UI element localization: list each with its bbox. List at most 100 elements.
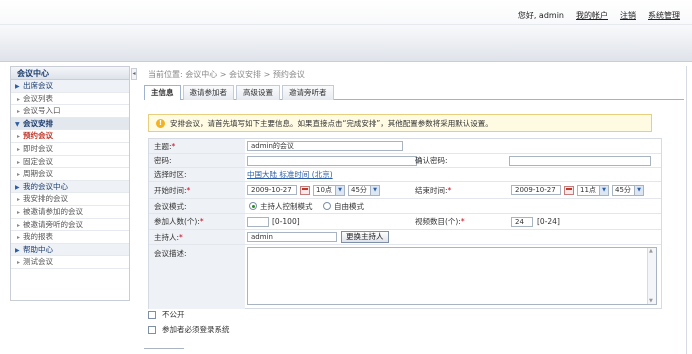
not-public-option[interactable]: 不公开 [148,309,185,320]
start-calendar-icon[interactable] [300,186,310,195]
greeting-text: 您好, admin [517,11,564,20]
password-label: 密码: [149,154,245,167]
sidebar-list: ▶ 出席会议 ▸ 会议列表 ▸ 会议号入口 ▼ 会议安排 ▸ 预约会议 ▸ 即时会议 ▸ 固定会议 ▸ 周期会… [11,80,129,269]
breadcrumb: 当前位置: 会议中心 > 会议安排 > 预约会议 [148,70,305,79]
mode-free[interactable]: 自由模式 [323,199,364,213]
change-host-button[interactable]: 更换主持人 [341,231,389,243]
end-hour-select[interactable]: 11点 ▼ [577,185,609,196]
sidebar-item-label: 被邀请参加的会议 [23,206,83,216]
sidebar-item-label: 周期会议 [23,169,53,179]
radio-free-mode[interactable] [323,202,331,210]
end-calendar-icon[interactable] [564,186,574,195]
sidebar-item-label: 我的报表 [23,232,53,242]
tab-invite-observers[interactable]: 邀请旁听者 [282,85,334,100]
sidebar-item[interactable]: ▸ 被邀请参加的会议 [11,206,129,219]
start-hour-select[interactable]: 10点 ▼ [313,185,345,196]
sidebar-item-label: 即时会议 [23,143,53,153]
sidebar-item-label: 会议号入口 [23,106,61,116]
tab-bar: 主信息 邀请参加者 高级设置 邀请旁听者 [144,85,684,100]
time-row: 开始时间: * 2009-10-27 10点 ▼ 45分 ▼ 结束时间: * 2009-… [149,182,661,199]
mode-host-control[interactable]: 主持人控制模式 [249,199,313,213]
sidebar-section[interactable]: ▶ 我的会议中心 [11,180,129,194]
top-nav: 您好, admin 我的帐户 注销 系统管理 [518,10,680,21]
sidebar-item-label: 会议安排 [23,118,53,128]
mode-row: 会议模式: 主持人控制模式 自由模式 [149,199,661,214]
my-account-link[interactable]: 我的帐户 [576,10,608,21]
chevron-right-icon: ▶ [15,246,20,254]
tab-main-info[interactable]: 主信息 [144,85,181,100]
chevron-right-icon: ▶ [15,83,20,90]
description-label: 会议描述: [149,245,245,309]
video-count-label: 视频数目(个): * [415,217,465,226]
attendees-input[interactable] [247,217,269,227]
sidebar-item[interactable]: ▸ 测试会议 [11,256,129,269]
sidebar-item-label: 预约会议 [23,131,53,141]
sidebar-item[interactable]: ▸ 我安排的会议 [11,193,129,206]
sidebar-item[interactable]: ▸ 会议号入口 [11,105,129,118]
sidebar-item-label: 测试会议 [23,257,53,267]
sidebar: 会议中心 ▶ 出席会议 ▸ 会议列表 ▸ 会议号入口 ▼ 会议安排 ▸ 预约会议 ▸ 即时会议 ▸ 固定会… [10,66,130,301]
end-time-label: 结束时间: * [415,185,452,195]
confirm-password-input[interactable] [509,156,651,166]
video-count-range: [0-24] [537,217,560,226]
password-input[interactable] [247,156,417,166]
sidebar-title: 会议中心 [11,67,129,80]
radio-host-control[interactable] [249,202,257,210]
tab-advanced-settings[interactable]: 高级设置 [236,85,280,100]
sidebar-section[interactable]: ▶ 出席会议 [11,80,129,93]
meeting-form: 主题: * admin的会议 密码: 确认密码: 选择时区: 中国大陆 标准时间 … [148,138,662,309]
sidebar-item-label: 出席会议 [23,81,53,90]
sidebar-section[interactable]: ▶ 帮助中心 [11,243,129,257]
sidebar-item-label: 我的会议中心 [23,181,68,191]
sidebar-item-label: 会议列表 [23,93,53,103]
count-row: 参加人数(个): * [0-100] 视频数目(个): * 24 [0-24] [149,214,661,230]
password-row: 密码: 确认密码: [149,154,661,168]
sidebar-item[interactable]: ▸ 被邀请旁听的会议 [11,219,129,232]
topic-label: 主题: * [149,139,245,153]
start-minute-select[interactable]: 45分 ▼ [348,185,380,196]
timezone-label: 选择时区: [149,168,245,181]
attendees-range: [0-100] [272,217,300,226]
logout-link[interactable]: 注销 [620,10,636,21]
confirm-password-label: 确认密码: [415,156,448,165]
mode-label: 会议模式: [149,199,245,213]
must-login-checkbox[interactable] [148,325,156,334]
app-header: 您好, admin 我的帐户 注销 系统管理 [0,0,692,62]
chevron-down-icon: ▼ [15,120,20,128]
sidebar-item[interactable]: ▸ 即时会议 [11,143,129,156]
sidebar-item[interactable]: ▸ 预约会议 [11,130,129,143]
sidebar-item-label: 我安排的会议 [23,194,68,204]
start-time-label: 开始时间: * [149,182,245,198]
sidebar-item-label: 固定会议 [23,156,53,166]
timezone-link[interactable]: 中国大陆 标准时间 (北京) [247,168,333,181]
description-row: 会议描述: [149,245,661,309]
chevron-right-icon: ▶ [15,183,20,191]
header-divider [0,24,692,25]
end-minute-select[interactable]: 45分 ▼ [612,185,644,196]
tip-banner: ! 安排会议，请首先填写如下主要信息。如果直接点击“完成安排”，其他配置参数将采… [148,114,652,132]
topic-input[interactable]: admin的会议 [247,141,403,151]
topic-row: 主题: * admin的会议 [149,139,661,154]
system-admin-link[interactable]: 系统管理 [648,10,680,21]
sidebar-item-label: 帮助中心 [23,244,53,254]
host-label: 主持人: * [149,230,245,244]
sidebar-item[interactable]: ▸ 周期会议 [11,168,129,181]
not-public-checkbox[interactable] [148,310,156,319]
description-textarea[interactable] [247,247,657,305]
sidebar-item[interactable]: ▸ 固定会议 [11,156,129,169]
host-input[interactable]: admin [247,232,337,242]
sidebar-item-label: 被邀请旁听的会议 [23,219,83,229]
timezone-row: 选择时区: 中国大陆 标准时间 (北京) [149,168,661,182]
must-login-option[interactable]: 参加者必须登录系统 [148,324,230,335]
sidebar-section[interactable]: ▼ 会议安排 [11,117,129,131]
tab-invite-participants[interactable]: 邀请参加者 [182,85,234,100]
description-scrollbar[interactable] [647,248,656,304]
sidebar-item[interactable]: ▸ 我的报表 [11,231,129,244]
lightbulb-icon: ! [156,118,165,128]
start-date-input[interactable]: 2009-10-27 [247,185,297,195]
end-date-input[interactable]: 2009-10-27 [511,185,561,195]
sidebar-item[interactable]: ▸ 会议列表 [11,93,129,106]
attendees-label: 参加人数(个): * [149,214,245,229]
video-count-input[interactable]: 24 [511,217,533,227]
collapse-sidebar-button[interactable]: ◂ [131,68,137,80]
